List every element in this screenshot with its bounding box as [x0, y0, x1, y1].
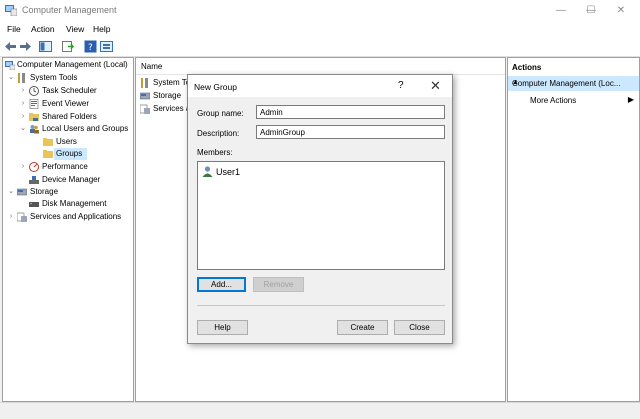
tree-item-label: Device Manager	[42, 175, 101, 184]
menu-view[interactable]: View	[66, 24, 84, 34]
dialog-title-bar: New Group ? ✕	[188, 75, 452, 97]
shared-folder-icon	[29, 113, 39, 121]
status-bar	[0, 402, 640, 419]
actions-section-computer-management[interactable]: Computer Management (Loc... ▲	[508, 76, 639, 91]
tree-item-label: System Tools	[30, 73, 78, 82]
tools-icon	[141, 78, 148, 88]
clock-icon	[29, 86, 39, 96]
description-label: Description:	[197, 129, 240, 138]
tree-item-label: Event Viewer	[42, 99, 89, 108]
storage-icon	[17, 188, 27, 196]
description-field[interactable]: AdminGroup	[256, 125, 445, 139]
expand-toggle-icon[interactable]: ⌄	[7, 72, 15, 84]
dialog-close-button[interactable]: ✕	[430, 78, 441, 94]
window-title: Computer Management	[22, 5, 117, 15]
show-hide-tree-icon[interactable]	[39, 40, 52, 53]
tree-item-label: Users	[56, 137, 77, 146]
export-list-icon[interactable]	[62, 40, 75, 53]
maximize-button[interactable]: ☐	[576, 0, 606, 21]
actions-header: Actions	[512, 63, 542, 72]
forward-arrow-icon[interactable]	[19, 40, 32, 53]
help-icon[interactable]: ?	[84, 40, 97, 53]
submenu-arrow-icon: ▶	[627, 95, 634, 104]
device-manager-icon	[29, 176, 39, 184]
close-button[interactable]: Close	[394, 320, 445, 335]
more-actions-item[interactable]: More Actions	[530, 96, 576, 105]
expand-toggle-icon[interactable]: ›	[19, 111, 27, 123]
tree-item-label: Shared Folders	[42, 112, 97, 121]
performance-icon	[29, 162, 39, 172]
menu-help[interactable]: Help	[93, 24, 110, 34]
expand-toggle-icon[interactable]: ›	[19, 85, 27, 97]
properties-icon[interactable]	[100, 40, 113, 53]
services-icon	[140, 104, 150, 114]
close-window-button[interactable]: ✕	[606, 0, 636, 21]
tree-item-label: Services and Applications	[30, 212, 122, 221]
remove-button[interactable]: Remove	[253, 277, 304, 292]
expand-toggle-icon[interactable]: ⌄	[19, 123, 27, 135]
add-button[interactable]: Add...	[197, 277, 246, 292]
menu-file[interactable]: File	[7, 24, 21, 34]
menu-bar: File Action View Help	[0, 21, 640, 37]
tree-item-label: Storage	[30, 187, 59, 196]
dialog-title: New Group	[194, 82, 237, 92]
svg-text:?: ?	[88, 43, 93, 53]
tree-item-label: Disk Management	[42, 199, 107, 208]
members-list[interactable]: User1	[197, 161, 445, 270]
help-button[interactable]: Help	[197, 320, 248, 335]
services-icon	[17, 212, 27, 222]
expand-toggle-icon[interactable]: ›	[7, 211, 15, 223]
new-group-dialog: New Group ? ✕ Group name: Admin Descript…	[187, 74, 453, 344]
tree-item-label: Groups	[56, 149, 83, 158]
collapse-arrow-icon[interactable]: ▲	[512, 79, 635, 86]
disk-icon	[29, 202, 39, 207]
back-arrow-icon[interactable]	[4, 40, 17, 53]
user-icon	[202, 166, 213, 177]
actions-pane: Actions Computer Management (Loc... ▲ Mo…	[507, 57, 640, 402]
column-header-name[interactable]: Name	[136, 58, 505, 75]
console-tree: Computer Management (Local) ⌄ System Too…	[2, 57, 134, 402]
toolbar: ?	[0, 37, 640, 57]
tree-item-label: Task Scheduler	[42, 86, 97, 95]
tree-item-label: Performance	[42, 162, 88, 171]
expand-toggle-icon[interactable]: ⌄	[7, 186, 15, 198]
divider	[197, 305, 445, 306]
title-bar: Computer Management — — ☐ ✕	[0, 0, 640, 21]
event-log-icon	[29, 99, 39, 109]
expand-toggle-icon[interactable]: ›	[19, 98, 27, 110]
folder-icon	[43, 150, 53, 158]
storage-icon	[140, 92, 150, 100]
tree-item-label: Computer Management (Local)	[17, 60, 128, 69]
expand-toggle-icon[interactable]: ›	[19, 161, 27, 173]
minimize-window-button[interactable]: —	[546, 0, 576, 21]
group-name-field[interactable]: Admin	[256, 105, 445, 119]
tree-item-label: Local Users and Groups	[42, 124, 129, 133]
tools-icon	[18, 73, 25, 83]
help-question-button[interactable]: ?	[398, 80, 404, 91]
computer-management-icon	[5, 5, 17, 16]
users-icon	[30, 125, 39, 134]
tree-item-groups[interactable]: Groups	[33, 148, 89, 160]
group-name-label: Group name:	[197, 109, 244, 118]
members-label: Members:	[197, 148, 233, 157]
folder-icon	[43, 138, 53, 146]
create-button[interactable]: Create	[337, 320, 388, 335]
computer-icon	[5, 61, 15, 70]
menu-action[interactable]: Action	[31, 24, 55, 34]
